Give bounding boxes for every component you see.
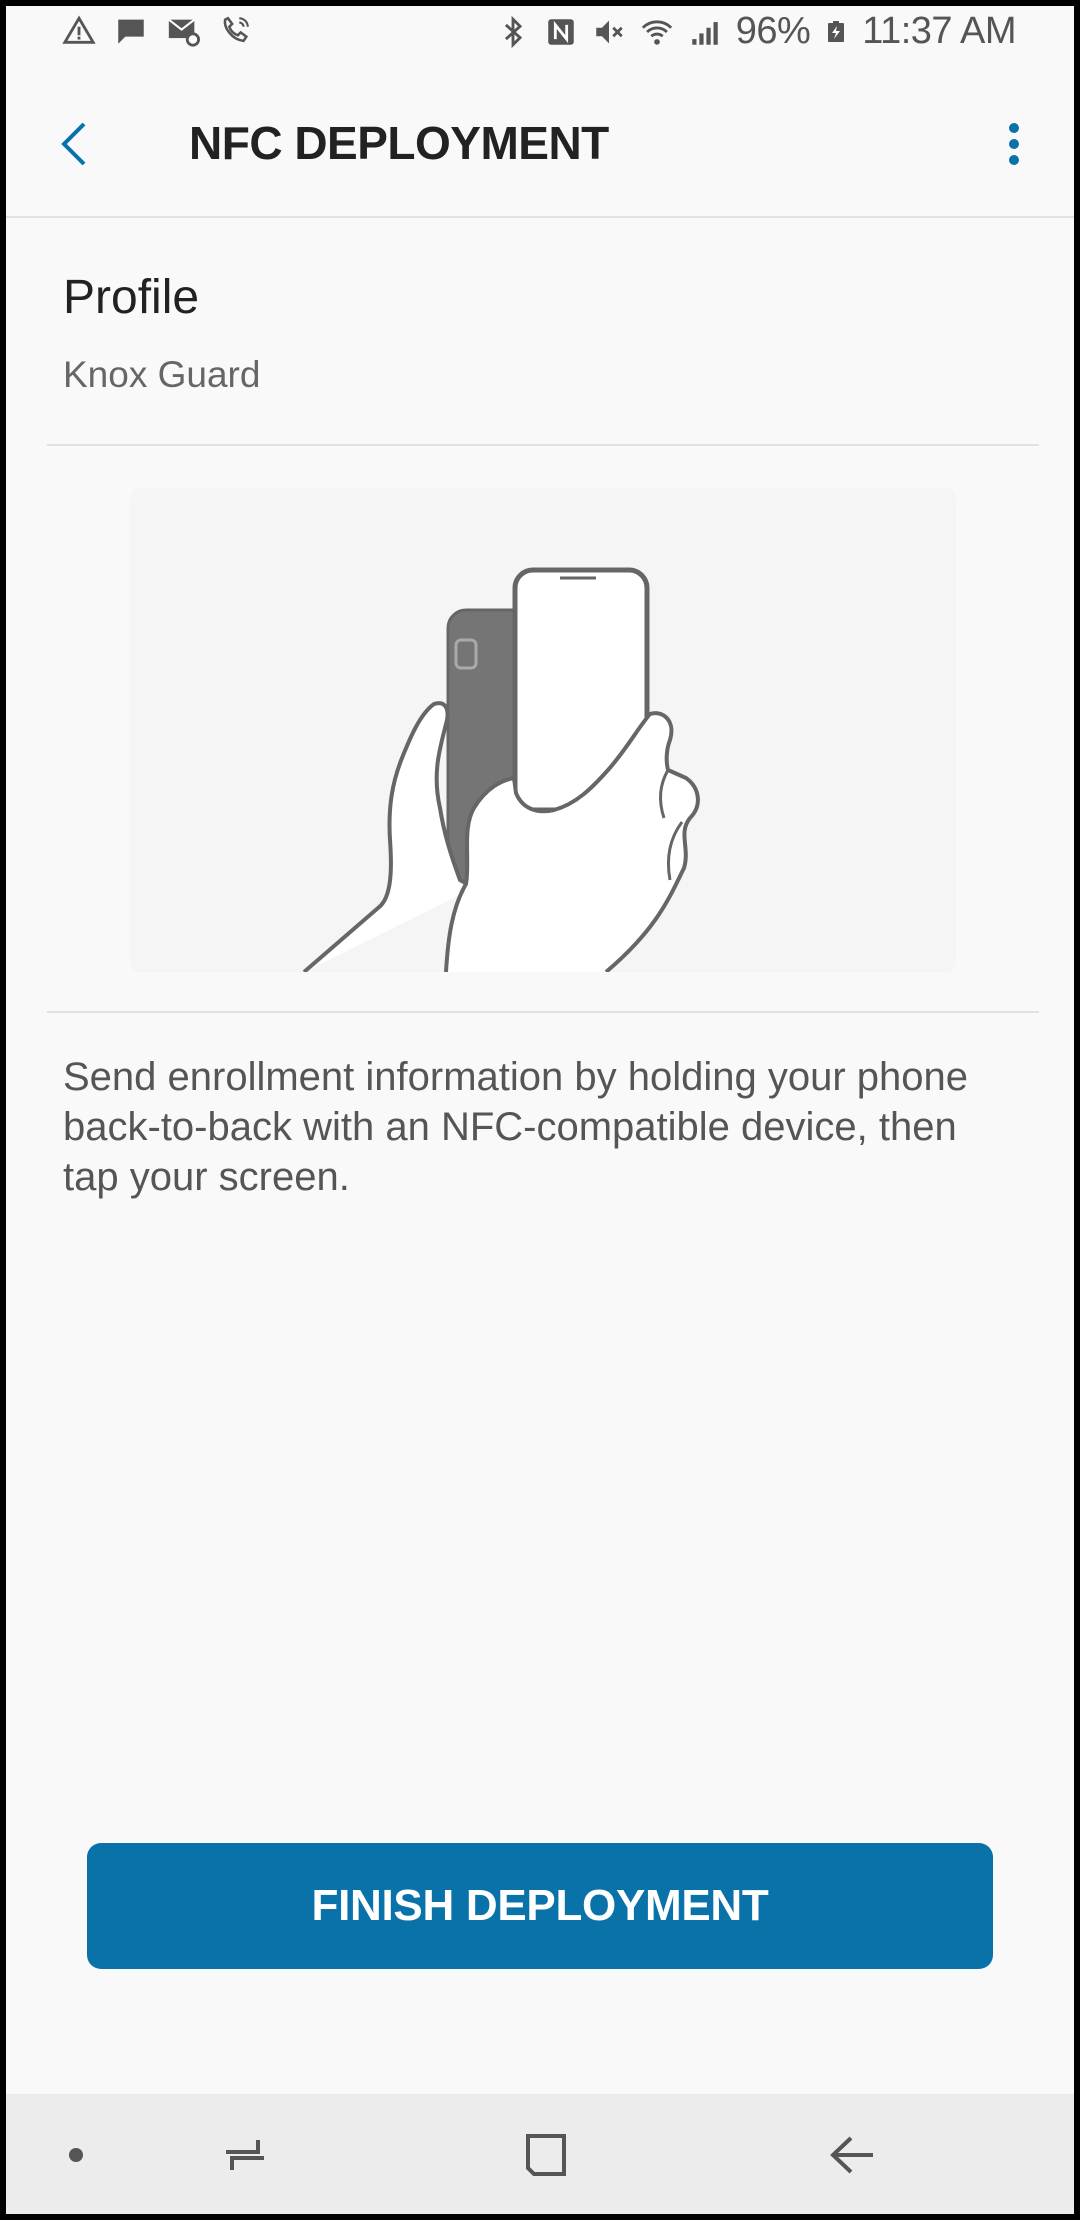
battery-percent: 96% bbox=[735, 10, 811, 52]
status-bar: 96% 11:37 AM bbox=[6, 6, 1074, 64]
dot-icon[interactable] bbox=[46, 2130, 106, 2180]
battery-charging-icon bbox=[828, 20, 845, 42]
screen: 96% 11:37 AM NFC DEPLOYMENT Profile Knox… bbox=[6, 6, 1074, 2214]
nfc-icon bbox=[547, 18, 574, 45]
status-left-icons bbox=[62, 14, 252, 48]
appbar-divider bbox=[6, 216, 1074, 218]
hands-holding-phones-icon bbox=[302, 567, 700, 972]
wifi-icon bbox=[641, 19, 672, 45]
wifi-call-icon bbox=[223, 16, 249, 43]
status-right-icons: 96% 11:37 AM bbox=[496, 10, 1016, 53]
profile-value: Knox Guard bbox=[63, 354, 261, 395]
instructions-text: Send enrollment information by holding y… bbox=[63, 1055, 969, 1199]
clock: 11:37 AM bbox=[862, 10, 1016, 52]
message-icon bbox=[118, 19, 144, 44]
back-icon[interactable] bbox=[821, 2130, 881, 2180]
home-icon[interactable] bbox=[516, 2130, 576, 2180]
mute-icon bbox=[595, 20, 623, 43]
back-arrow-icon[interactable] bbox=[46, 114, 106, 174]
nfc-illustration bbox=[130, 488, 956, 972]
profile-label: Profile bbox=[63, 271, 200, 324]
divider bbox=[47, 444, 1039, 446]
more-vert-icon[interactable] bbox=[984, 114, 1044, 174]
finish-deployment-button[interactable]: FINISH DEPLOYMENT bbox=[87, 1843, 993, 1969]
warning-icon bbox=[62, 15, 96, 44]
bluetooth-icon bbox=[504, 15, 522, 48]
recents-icon[interactable] bbox=[216, 2130, 276, 2180]
navigation-bar bbox=[6, 2094, 1074, 2214]
signal-icon bbox=[691, 21, 718, 45]
divider bbox=[47, 1011, 1039, 1013]
page-title: NFC DEPLOYMENT bbox=[189, 117, 609, 169]
mail-settings-icon bbox=[168, 18, 200, 47]
app-bar: NFC DEPLOYMENT bbox=[6, 64, 1074, 216]
